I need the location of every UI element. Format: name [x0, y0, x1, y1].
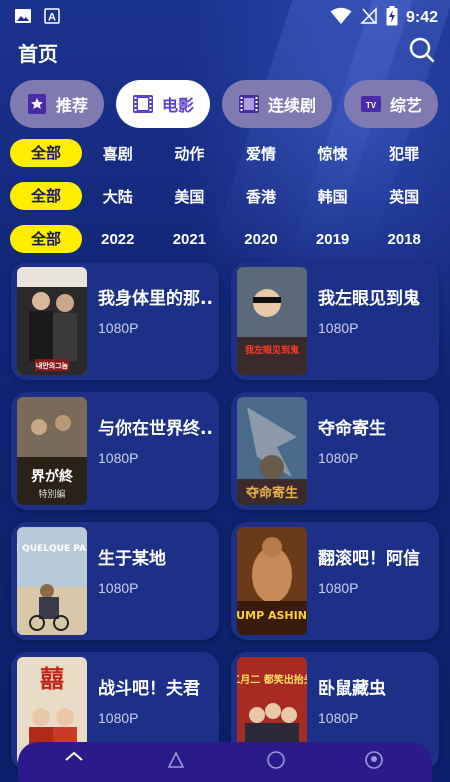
poster-title: JUMP ASHIN! [237, 609, 307, 622]
star-badge-icon [26, 93, 48, 115]
poster-title: NÉ QUELQUE PART [17, 542, 87, 554]
poster-title: 夺命寄生 [245, 485, 298, 501]
filter-year: 全部 2022 2021 2020 2019 2018 [10, 224, 440, 254]
filter-option[interactable]: 动作 [154, 143, 226, 164]
filter-option[interactable]: 2021 [154, 231, 226, 248]
poster-title: 囍 [40, 665, 64, 693]
poster-title: 二月二 都笑出抬头 [237, 673, 307, 686]
category-tabs: 推荐 电影 连续剧 TV 综艺 [10, 80, 450, 130]
movie-title: 我左眼见到鬼 [318, 289, 420, 309]
filter-all[interactable]: 全部 [10, 182, 82, 210]
bottom-nav [18, 742, 432, 782]
filter-option[interactable]: 犯罪 [368, 143, 440, 164]
filter-option[interactable]: 2018 [368, 231, 440, 248]
film-icon [132, 93, 154, 115]
movie-poster: 界が終 特別編 [17, 397, 87, 505]
movie-card[interactable]: NÉ QUELQUE PART 生于某地 1080P [11, 522, 219, 640]
filter-option[interactable]: 美国 [154, 186, 226, 207]
tab-recommend[interactable]: 推荐 [10, 80, 105, 128]
movie-card[interactable]: 我左眼见到鬼 我左眼见到鬼 1080P [231, 262, 439, 380]
movie-poster: 我左眼见到鬼 [237, 267, 307, 375]
movie-title: 战斗吧！夫君 [98, 679, 200, 699]
movie-title: 翻滚吧！阿信 [318, 549, 420, 569]
app-header: 首页 [0, 32, 450, 72]
poster-subtitle: 特別編 [38, 488, 65, 500]
filter-option[interactable]: 喜剧 [82, 143, 154, 164]
movie-title: 与你在世界终.. [98, 419, 213, 439]
home-icon [65, 751, 83, 761]
movie-resolution: 1080P [318, 580, 359, 596]
filter-option[interactable]: 2020 [225, 231, 297, 248]
movie-card[interactable]: 界が終 特別編 与你在世界终.. 1080P [11, 392, 219, 510]
filter-option[interactable]: 大陆 [82, 186, 154, 207]
tab-label: 连续剧 [268, 96, 317, 115]
filter-all[interactable]: 全部 [10, 225, 82, 253]
tab-variety[interactable]: TV 综艺 [344, 80, 439, 128]
tab-series[interactable]: 连续剧 [222, 80, 333, 128]
movie-card[interactable]: 내안의그놈 我身体里的那.. 1080P [11, 262, 219, 380]
tab-label: 综艺 [390, 96, 423, 115]
movie-title: 生于某地 [98, 549, 166, 569]
status-bar: A 9:42 [0, 0, 450, 32]
movie-poster: JUMP ASHIN! [237, 527, 307, 635]
film-icon [238, 93, 260, 115]
filter-option[interactable]: 2019 [297, 231, 369, 248]
movie-poster: 내안의그놈 [17, 267, 87, 375]
movie-poster: 夺命寄生 [237, 397, 307, 505]
filter-all[interactable]: 全部 [10, 139, 82, 167]
filter-option[interactable]: 香港 [225, 186, 297, 207]
movie-poster: NÉ QUELQUE PART [17, 527, 87, 635]
filter-genre: 全部 喜剧 动作 爱情 惊悚 犯罪 [10, 138, 440, 168]
tv-icon: TV [360, 93, 382, 115]
movie-resolution: 1080P [318, 320, 359, 336]
filter-option[interactable]: 惊悚 [297, 143, 369, 164]
movie-title: 我身体里的那.. [98, 289, 213, 309]
movie-resolution: 1080P [98, 580, 139, 596]
no-signal-icon [360, 7, 378, 29]
page-title: 首页 [18, 42, 58, 66]
movie-title: 夺命寄生 [318, 419, 386, 439]
battery-charging-icon [386, 6, 398, 30]
nav-explore[interactable] [166, 750, 186, 770]
a-icon: A [44, 8, 60, 28]
clock-icon [267, 751, 285, 769]
poster-title: 내안의그놈 [36, 361, 69, 370]
movie-resolution: 1080P [318, 710, 359, 726]
movie-resolution: 1080P [98, 710, 139, 726]
wifi-icon [330, 7, 352, 29]
tab-movies[interactable]: 电影 [116, 80, 211, 128]
triangle-icon [167, 751, 185, 768]
movie-title: 卧鼠藏虫 [318, 679, 386, 699]
movie-card[interactable]: 夺命寄生 夺命寄生 1080P [231, 392, 439, 510]
movie-resolution: 1080P [318, 450, 359, 466]
nav-home[interactable] [64, 750, 84, 770]
poster-title: 界が終 [31, 468, 74, 485]
movie-resolution: 1080P [98, 450, 139, 466]
svg-text:A: A [48, 12, 56, 24]
image-icon [14, 8, 32, 28]
tab-label: 电影 [162, 96, 195, 115]
filter-option[interactable]: 韩国 [297, 186, 369, 207]
poster-title: 我左眼见到鬼 [245, 344, 299, 356]
filter-option[interactable]: 2022 [82, 231, 154, 248]
movie-resolution: 1080P [98, 320, 139, 336]
status-time: 9:42 [405, 9, 438, 26]
tab-label: 推荐 [56, 96, 89, 115]
filter-option[interactable]: 爱情 [225, 143, 297, 164]
svg-text:TV: TV [366, 101, 377, 110]
search-button[interactable] [408, 36, 436, 64]
filter-option[interactable]: 英国 [368, 186, 440, 207]
nav-profile[interactable] [364, 750, 384, 770]
profile-icon [365, 751, 383, 769]
filter-region: 全部 大陆 美国 香港 韩国 英国 [10, 181, 440, 211]
nav-history[interactable] [266, 750, 286, 770]
search-icon [409, 37, 435, 63]
movie-card[interactable]: JUMP ASHIN! 翻滚吧！阿信 1080P [231, 522, 439, 640]
